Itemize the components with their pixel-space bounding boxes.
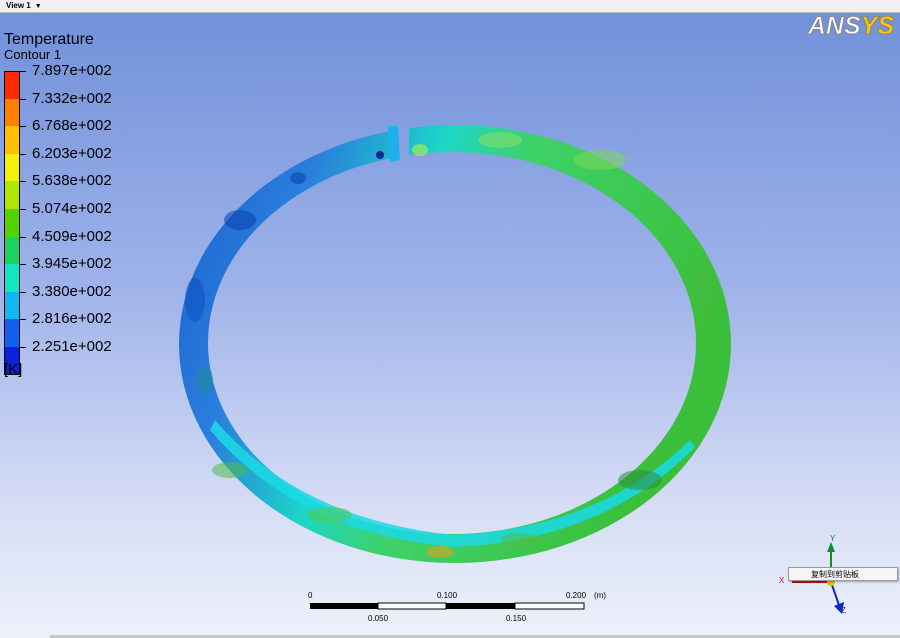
ring-model[interactable] (0, 0, 900, 638)
legend-value-label: 2.816e+002 (32, 310, 112, 328)
view-tab[interactable]: View 1 ▼ (0, 0, 48, 12)
context-menu-copy-to-clipboard[interactable]: 复制到剪贴板 (788, 567, 898, 581)
legend-swatch (4, 181, 20, 209)
context-menu-item-label: 复制到剪贴板 (811, 570, 859, 579)
legend-swatch (4, 153, 20, 182)
legend-value-label: 4.509e+002 (32, 227, 112, 245)
legend-swatch (4, 209, 20, 237)
legend-swatch (4, 264, 20, 292)
legend-tick (20, 291, 26, 293)
legend-swatch (4, 319, 20, 347)
legend-swatch (4, 98, 20, 127)
scale-label-0050: 0.050 (368, 614, 389, 623)
ansys-logo: ANSYS (807, 12, 894, 41)
legend-tick (20, 209, 26, 210)
legend-swatch (4, 236, 20, 265)
legend-value-label: 5.074e+002 (32, 200, 112, 217)
scale-label-0200: 0.200 (566, 591, 587, 600)
legend-tick (20, 153, 26, 155)
legend-subtitle: Contour 1 (4, 47, 62, 62)
legend-value-label: 7.332e+002 (32, 89, 112, 107)
legend-tick (20, 71, 26, 72)
axis-x-label: X (779, 576, 785, 585)
axis-y-label: Y (830, 534, 836, 543)
legend-tick (20, 126, 26, 128)
legend-tick (20, 98, 26, 100)
view-tab-label: View 1 (6, 1, 31, 10)
legend-value-label: 7.897e+002 (32, 62, 112, 79)
legend-value-label: 2.251e+002 (32, 338, 112, 355)
legend-value-label: 6.768e+002 (32, 117, 112, 135)
scale-bar: 0 0.100 0.200 (m) 0.050 0.150 (300, 588, 630, 628)
legend-value-label: 5.638e+002 (32, 172, 112, 190)
legend-tick (20, 319, 26, 321)
legend-tick (20, 236, 26, 238)
legend-tick (20, 347, 26, 348)
legend-value-label: 6.203e+002 (32, 144, 112, 162)
view-tab-bar: View 1 ▼ (0, 0, 900, 13)
legend-tick (20, 181, 26, 183)
legend-swatch (4, 126, 20, 154)
scale-label-0: 0 (308, 591, 313, 600)
axis-z-label: Z (841, 606, 846, 615)
chevron-down-icon[interactable]: ▼ (35, 3, 42, 10)
scale-unit: (m) (594, 591, 606, 600)
legend-value-label: 3.945e+002 (32, 255, 112, 273)
legend-tick (20, 264, 26, 266)
scale-bar-graphic (310, 602, 585, 610)
legend-swatch (4, 71, 20, 99)
legend-swatch (4, 291, 20, 320)
legend-value-label: 3.380e+002 (32, 282, 112, 300)
scale-label-0150: 0.150 (506, 614, 527, 623)
legend-unit: [K] (4, 361, 23, 378)
scale-label-0100: 0.100 (437, 591, 458, 600)
3d-viewport[interactable]: View 1 ▼ ANSYS Temperature Contour 1 7.89… (0, 0, 900, 638)
